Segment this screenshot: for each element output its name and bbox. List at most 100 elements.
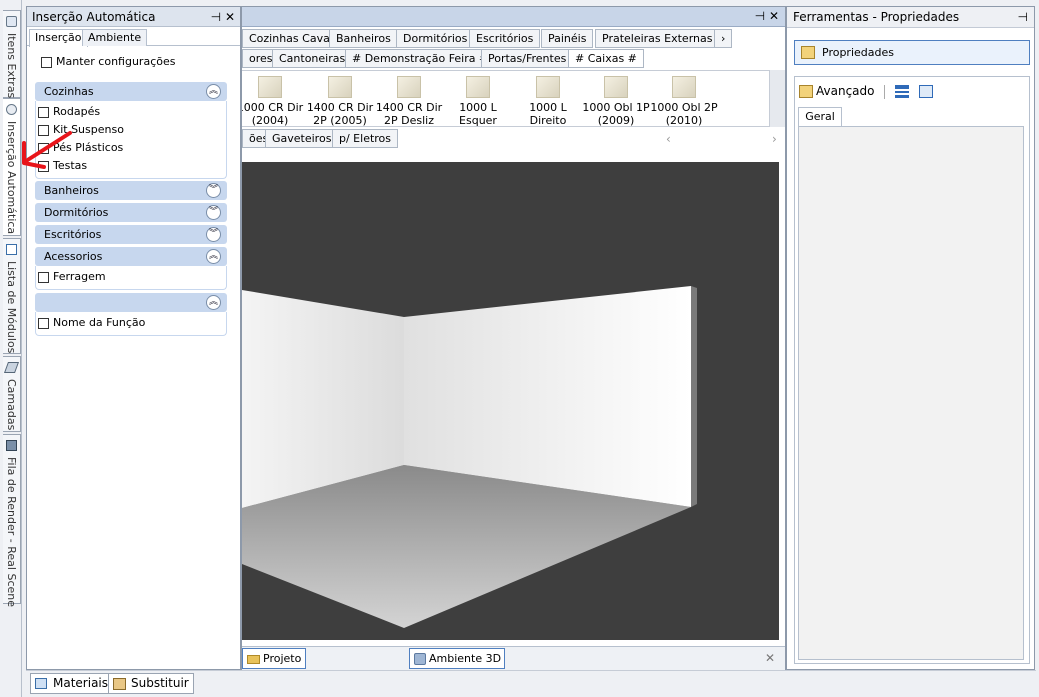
tab-caixas[interactable]: # Caixas # xyxy=(568,49,644,68)
thumb-line1: 1000 L xyxy=(529,101,567,114)
thumb-line1: 1400 CR Dir xyxy=(306,101,374,114)
layers-icon xyxy=(3,362,20,373)
tab-cantoneiras[interactable]: Cantoneiras xyxy=(272,49,353,68)
tab-ambiente-3d[interactable]: Ambiente 3D xyxy=(409,648,505,669)
module-thumb[interactable]: 1400 CR Dir 2P (2005) xyxy=(306,76,374,127)
materiais-button[interactable]: Materiais xyxy=(30,673,114,694)
tab-insercao[interactable]: Inserção xyxy=(29,29,88,47)
thumb-line1: 1000 CR Dir xyxy=(242,101,304,114)
chevron-down-icon[interactable]: ︾ xyxy=(206,227,221,242)
group-acessorios-body: Ferragem xyxy=(35,266,227,290)
render-icon xyxy=(6,440,17,451)
chevron-up-icon[interactable]: ︽ xyxy=(206,295,221,310)
tab-projeto[interactable]: Projeto xyxy=(242,648,307,669)
module-thumb[interactable]: 1000 L Esquer xyxy=(444,76,512,126)
group-escritorios-label: Escritórios xyxy=(44,228,102,241)
materials-icon xyxy=(35,678,47,689)
tab-cozinhas-cava[interactable]: Cozinhas Cava xyxy=(242,29,337,48)
chevron-up-icon[interactable]: ︽ xyxy=(206,84,221,99)
option-ferragem[interactable]: Ferragem xyxy=(38,270,106,283)
module-thumb[interactable]: 1000 Obl 2P (2010) xyxy=(650,76,718,127)
thumb-line2: (2009) xyxy=(597,114,635,127)
group-banheiros-header[interactable]: Banheiros ︾ xyxy=(35,181,227,200)
avancado-toolbar: Avançado xyxy=(799,81,933,101)
group-acessorios-header[interactable]: Acessorios ︽ xyxy=(35,247,227,266)
module-thumb[interactable]: 1400 CR Dir 2P Desliz xyxy=(375,76,443,126)
list-icon xyxy=(6,244,17,255)
tab-dormitorios[interactable]: Dormitórios xyxy=(396,29,475,48)
checkbox[interactable] xyxy=(38,317,49,329)
propriedades-button[interactable]: Propriedades xyxy=(794,40,1030,65)
module-library-panel: ⊣ ✕ Cozinhas Cava Banheiros Dormitórios … xyxy=(241,6,786,670)
viewport-3d[interactable] xyxy=(242,162,779,640)
room-render xyxy=(242,286,697,628)
wand-icon xyxy=(6,104,17,115)
vtab-itens-extras[interactable]: Itens Extras xyxy=(3,10,21,98)
materiais-label: Materiais xyxy=(53,676,109,690)
module-thumb[interactable]: 1000 LDireito (2008) xyxy=(514,76,582,127)
manter-label: Manter configurações xyxy=(56,55,176,68)
module-thumb[interactable]: 1000 CR Dir (2004) xyxy=(242,76,304,126)
manter-checkbox[interactable] xyxy=(41,56,52,68)
pin-close-buttons[interactable]: ⊣ ✕ xyxy=(211,7,235,27)
group-escritorios-header[interactable]: Escritórios ︾ xyxy=(35,225,227,244)
categorized-view-icon[interactable] xyxy=(895,85,910,98)
tab-ambiente[interactable]: Ambiente xyxy=(82,29,148,46)
thumb-line1: 1000 Obl 1P xyxy=(582,101,650,114)
option-label: Rodapés xyxy=(53,105,101,118)
tab-scroll-right[interactable]: › xyxy=(714,29,733,48)
chevron-up-icon[interactable]: ︽ xyxy=(206,249,221,264)
vtab-fila-de-render[interactable]: Fila de Render - Real Scene xyxy=(3,434,21,607)
tab-paineis[interactable]: Painéis xyxy=(541,29,594,48)
alphabetical-view-icon[interactable] xyxy=(918,85,933,98)
module-image xyxy=(258,76,282,98)
view3d-icon xyxy=(414,653,426,665)
chevron-down-icon[interactable]: ︾ xyxy=(206,183,221,198)
tab-prateleiras-externas[interactable]: Prateleiras Externas xyxy=(595,29,720,48)
subtab-eletros[interactable]: p/ Eletros xyxy=(332,129,399,148)
group-cozinhas-header[interactable]: Cozinhas ︽ xyxy=(35,82,227,101)
tab-portas-frentes[interactable]: Portas/Frentes xyxy=(481,49,574,68)
close-icon[interactable]: ✕ xyxy=(765,651,775,665)
vtab-itens-extras-label: Itens Extras xyxy=(5,33,18,99)
checkbox[interactable] xyxy=(38,271,49,283)
thumb-line2: 2P (2005) xyxy=(313,114,367,127)
tab-demonstracao-feira[interactable]: # Demonstração Feira # xyxy=(345,49,496,68)
option-nome-da-funcao[interactable]: Nome da Função xyxy=(38,316,145,329)
module-thumb[interactable]: 1000 Obl 1P (2009) xyxy=(582,76,650,127)
group-cozinhas-label: Cozinhas xyxy=(44,85,94,98)
tab-geral[interactable]: Geral xyxy=(798,107,842,127)
chevron-left-icon[interactable]: ‹ xyxy=(666,132,671,146)
module-thumbnails: 1000 CR Dir (2004) 1400 CR Dir 2P (2005) 1… xyxy=(242,70,785,127)
group-dormitorios-label: Dormitórios xyxy=(44,206,109,219)
thumb-line2: (2010) xyxy=(665,114,703,127)
substituir-button[interactable]: Substituir xyxy=(108,673,194,694)
pin-close-buttons[interactable]: ⊣ ✕ xyxy=(755,9,779,23)
group-unnamed-header[interactable]: ︽ xyxy=(35,293,227,312)
option-rodapes[interactable]: Rodapés xyxy=(38,105,100,118)
thumb-line1: 1400 CR Dir xyxy=(375,101,443,114)
vtab-lista-de-modulos[interactable]: Lista de Módulos xyxy=(3,238,21,354)
properties-titlebar: Ferramentas - Propriedades ⊣ xyxy=(787,7,1034,28)
thumb-line2: Direito (2008) xyxy=(529,114,567,127)
module-image xyxy=(466,76,490,98)
bottom-toolbar: Materiais Substituir xyxy=(26,670,1036,694)
chevron-down-icon[interactable]: ︾ xyxy=(206,205,221,220)
geral-content xyxy=(798,126,1024,660)
propriedades-label: Propriedades xyxy=(822,46,894,59)
checkbox[interactable] xyxy=(38,106,49,118)
vtab-camadas[interactable]: Camadas xyxy=(3,356,21,432)
manter-configuracoes-option[interactable]: Manter configurações xyxy=(41,55,175,68)
pin-icon[interactable]: ⊣ xyxy=(1018,7,1028,28)
properties-icon xyxy=(801,46,815,59)
subtab-gaveteiros[interactable]: Gaveteiros xyxy=(265,129,339,148)
tab-banheiros[interactable]: Banheiros xyxy=(329,29,398,48)
module-image xyxy=(604,76,628,98)
thumbnails-scrollbar[interactable] xyxy=(769,70,785,127)
properties-area: Avançado Geral xyxy=(794,76,1030,664)
vtab-lista-de-modulos-label: Lista de Módulos xyxy=(5,261,18,354)
group-dormitorios-header[interactable]: Dormitórios ︾ xyxy=(35,203,227,222)
chevron-right-icon[interactable]: › xyxy=(772,132,777,146)
tab-escritorios[interactable]: Escritórios xyxy=(469,29,541,48)
avancado-label[interactable]: Avançado xyxy=(816,84,874,98)
